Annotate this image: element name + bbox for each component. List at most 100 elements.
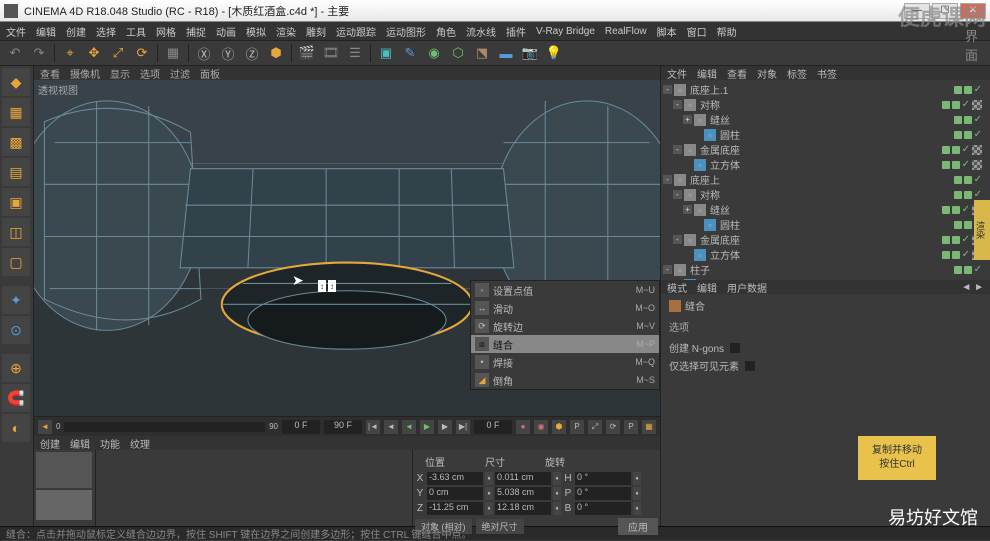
vis-dot[interactable] — [942, 146, 950, 154]
menu-script[interactable]: 脚本 — [657, 24, 677, 39]
size-z-field[interactable]: 12.18 cm — [495, 502, 551, 515]
tex-tag-icon[interactable] — [972, 145, 982, 155]
tl-curframe-field[interactable]: 0 F — [474, 420, 512, 434]
magnet-icon[interactable]: 🧲 — [2, 384, 30, 412]
redo-button[interactable]: ↷ — [28, 42, 50, 64]
spinner-icon[interactable]: ♦ — [485, 487, 493, 500]
menu-select[interactable]: 选择 — [96, 24, 116, 39]
move-tool[interactable]: ✥ — [83, 42, 105, 64]
tree-row[interactable]: -▫金属底座✓ — [663, 142, 988, 157]
mtab-create[interactable]: 创建 — [40, 436, 60, 451]
check-icon[interactable]: ✓ — [962, 234, 970, 245]
tree-row[interactable]: -▫金属底座✓ — [663, 232, 988, 247]
perspective-viewport[interactable]: 透视视图 — [34, 80, 660, 416]
menu-mesh[interactable]: 网格 — [156, 24, 176, 39]
otab-file[interactable]: 文件 — [667, 66, 687, 81]
tree-row[interactable]: ▫立方体✓ — [663, 247, 988, 262]
rot-p-field[interactable]: 0 ° — [575, 487, 631, 500]
menu-file[interactable]: 文件 — [6, 24, 26, 39]
ren-dot[interactable] — [952, 236, 960, 244]
texture-mode-button[interactable]: ▩ — [2, 128, 30, 156]
bend-button[interactable]: ⬔ — [471, 42, 493, 64]
tl-prev-icon[interactable]: ◄ — [38, 420, 52, 434]
light-button[interactable]: 💡 — [543, 42, 565, 64]
menu-help[interactable]: 帮助 — [717, 24, 737, 39]
ren-dot[interactable] — [964, 266, 972, 274]
render-settings-button[interactable]: ☰ — [344, 42, 366, 64]
vis-dot[interactable] — [942, 206, 950, 214]
otab-obj[interactable]: 对象 — [757, 66, 777, 81]
pos-x-field[interactable]: -3.63 cm — [427, 472, 483, 485]
menu-plugins[interactable]: 插件 — [506, 24, 526, 39]
rotate-tool[interactable]: ⟳ — [131, 42, 153, 64]
check-icon[interactable]: ✓ — [974, 189, 982, 200]
material-preview[interactable] — [36, 490, 92, 520]
expander-icon[interactable]: + — [683, 115, 692, 124]
tl-extra-button[interactable]: ▦ — [642, 420, 656, 434]
tree-row[interactable]: -▫底座上.1✓ — [663, 82, 988, 97]
menu-character[interactable]: 角色 — [436, 24, 456, 39]
render-button[interactable]: 🎬 — [296, 42, 318, 64]
check-icon[interactable]: ✓ — [974, 174, 982, 185]
menu-window[interactable]: 窗口 — [687, 24, 707, 39]
snap-button[interactable]: ⊕ — [2, 354, 30, 382]
z-axis-toggle[interactable]: Ⓩ — [241, 42, 263, 64]
ren-dot[interactable] — [964, 191, 972, 199]
vis-dot[interactable] — [954, 221, 962, 229]
mtab-edit[interactable]: 编辑 — [70, 436, 90, 451]
check-icon[interactable]: ✓ — [974, 129, 982, 140]
menu-tools[interactable]: 工具 — [126, 24, 146, 39]
rot-key-button[interactable]: ⟳ — [606, 420, 620, 434]
tl-toend-button[interactable]: ▶| — [456, 420, 470, 434]
ngons-checkbox[interactable] — [730, 343, 740, 353]
menu-sculpt[interactable]: 雕刻 — [306, 24, 326, 39]
atab-userdata[interactable]: 用户数据 — [727, 280, 767, 295]
menu-create[interactable]: 创建 — [66, 24, 86, 39]
size-mode-dropdown[interactable]: 绝对尺寸 — [476, 519, 524, 534]
scale-tool[interactable]: ⤢ — [107, 42, 129, 64]
vis-dot[interactable] — [942, 236, 950, 244]
render-pv-button[interactable]: 🎞 — [320, 42, 342, 64]
tl-stepback-button[interactable]: ◄ — [384, 420, 398, 434]
vis-dot[interactable] — [942, 251, 950, 259]
camera-button[interactable]: 📷 — [519, 42, 541, 64]
otab-tag[interactable]: 标签 — [787, 66, 807, 81]
atab-nav-icon[interactable]: ◄ ► — [961, 282, 984, 293]
otab-view[interactable]: 查看 — [727, 66, 747, 81]
menu-realflow[interactable]: RealFlow — [605, 26, 647, 37]
expander-icon[interactable]: - — [673, 235, 682, 244]
tree-row[interactable]: ▫圆柱✓ — [663, 127, 988, 142]
spinner-icon[interactable]: ♦ — [553, 502, 561, 515]
vmenu-panel[interactable]: 面板 — [200, 66, 220, 81]
tl-playback-button[interactable]: ◄ — [402, 420, 416, 434]
x-axis-toggle[interactable]: Ⓧ — [193, 42, 215, 64]
timeline-track[interactable] — [64, 422, 265, 432]
spinner-icon[interactable]: ♦ — [485, 472, 493, 485]
workplane2-button[interactable]: ◐ — [2, 414, 30, 442]
tl-end-field[interactable]: 90 F — [324, 420, 362, 434]
vmenu-display[interactable]: 显示 — [110, 66, 130, 81]
check-icon[interactable]: ✓ — [962, 249, 970, 260]
spinner-icon[interactable]: ♦ — [633, 502, 641, 515]
record-button[interactable]: ● — [516, 420, 530, 434]
vis-dot[interactable] — [954, 116, 962, 124]
menu-simulate[interactable]: 模拟 — [246, 24, 266, 39]
viewport-solo-button[interactable]: ⊙ — [2, 316, 30, 344]
tree-row[interactable]: ▫圆柱✓ — [663, 217, 988, 232]
tree-row[interactable]: +▫缝丝✓ — [663, 112, 988, 127]
ctx-spinedge[interactable]: ⟳旋转边M~V — [471, 317, 659, 335]
atab-mode[interactable]: 模式 — [667, 280, 687, 295]
vis-dot[interactable] — [942, 101, 950, 109]
spinner-icon[interactable]: ♦ — [553, 472, 561, 485]
tree-row[interactable]: ▫立方体✓ — [663, 157, 988, 172]
menu-pipeline[interactable]: 流水线 — [466, 24, 496, 39]
object-tree[interactable]: -▫底座上.1✓-▫对称✓+▫缝丝✓▫圆柱✓-▫金属底座✓▫立方体✓-▫底座上✓… — [661, 80, 990, 280]
expander-icon[interactable]: - — [663, 85, 672, 94]
tex-tag-icon[interactable] — [972, 100, 982, 110]
expander-icon[interactable]: - — [673, 145, 682, 154]
atab-edit[interactable]: 编辑 — [697, 280, 717, 295]
ctx-stitch[interactable]: ⧈缝合M~P — [471, 335, 659, 353]
spinner-icon[interactable]: ♦ — [633, 487, 641, 500]
rot-h-field[interactable]: 0 ° — [575, 472, 631, 485]
gizmo-handle[interactable]: ↕↕ — [318, 280, 336, 292]
